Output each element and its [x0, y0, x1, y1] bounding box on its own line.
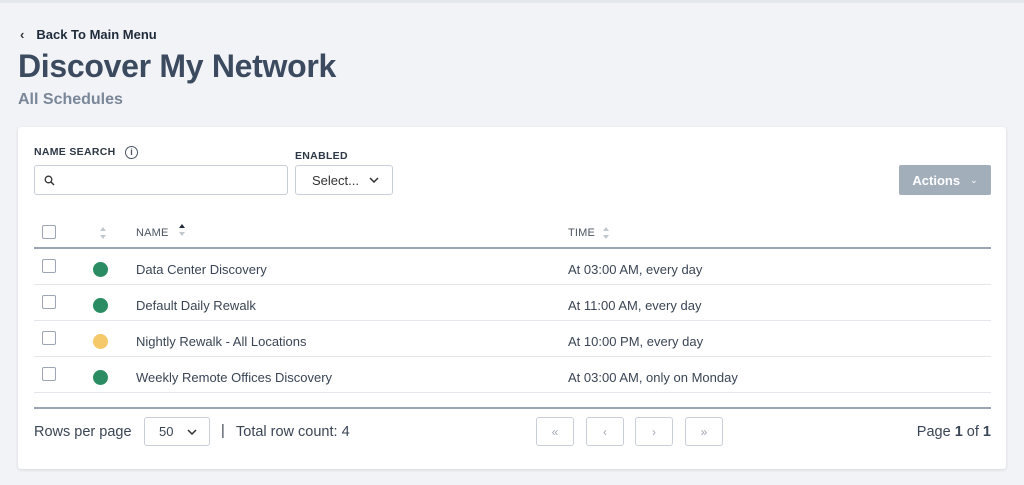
page-word: Page — [916, 424, 951, 440]
double-chevron-right-icon: » — [700, 424, 708, 439]
table-row[interactable]: Default Daily Rewalk At 11:00 AM, every … — [34, 285, 991, 321]
sort-icon[interactable] — [602, 226, 610, 240]
status-indicator — [93, 370, 108, 385]
total-pages: 1 — [982, 424, 991, 440]
schedules-table: NAME TIME Data Center Discovery At 03:00… — [34, 216, 991, 393]
rows-per-page-select[interactable]: 50 — [144, 417, 210, 446]
separator: | — [221, 423, 225, 439]
back-to-main-menu-link[interactable]: ‹ Back To Main Menu — [20, 27, 157, 42]
actions-button[interactable]: Actions ⌄ — [899, 165, 991, 195]
search-icon — [44, 175, 55, 186]
rows-per-page-value: 50 — [159, 424, 174, 439]
chevron-right-icon: › — [652, 424, 656, 439]
next-page-button[interactable]: › — [635, 417, 673, 446]
first-page-button[interactable]: « — [536, 417, 574, 446]
last-page-button[interactable]: » — [685, 417, 723, 446]
current-page: 1 — [954, 424, 963, 440]
chevron-left-icon: ‹ — [20, 27, 25, 42]
status-indicator — [93, 298, 108, 313]
row-checkbox[interactable] — [42, 259, 56, 273]
sort-icon[interactable] — [99, 226, 107, 240]
name-search-label: NAME SEARCH — [34, 146, 116, 158]
back-link-label: Back To Main Menu — [36, 27, 157, 42]
page-title: Discover My Network — [18, 48, 336, 84]
schedule-name[interactable]: Nightly Rewalk - All Locations — [136, 334, 307, 349]
pagination-bar: Rows per page 50 | Total row count: 4 « … — [34, 417, 991, 449]
name-search-field[interactable] — [34, 165, 288, 195]
schedule-time: At 10:00 PM, every day — [568, 334, 704, 349]
schedules-card: NAME SEARCH i ENABLED Select... Actions … — [18, 127, 1006, 469]
schedule-time: At 03:00 AM, only on Monday — [568, 370, 738, 385]
rows-per-page-label: Rows per page — [34, 424, 132, 440]
chevron-down-icon — [187, 428, 197, 435]
top-border — [0, 0, 1024, 3]
actions-button-label: Actions — [912, 172, 961, 188]
schedule-name[interactable]: Default Daily Rewalk — [136, 298, 256, 313]
previous-page-button[interactable]: ‹ — [586, 417, 624, 446]
sort-ascending-icon[interactable] — [178, 223, 186, 237]
schedule-time: At 11:00 AM, every day — [568, 298, 702, 313]
chevron-down-icon — [369, 177, 379, 183]
chevron-left-icon: ‹ — [603, 424, 607, 439]
table-header: NAME TIME — [34, 216, 991, 249]
page-subtitle: All Schedules — [18, 91, 123, 108]
total-row-count: Total row count: 4 — [236, 424, 350, 440]
row-checkbox[interactable] — [42, 367, 56, 381]
table-row[interactable]: Nightly Rewalk - All Locations At 10:00 … — [34, 321, 991, 357]
column-header-name[interactable]: NAME — [136, 227, 169, 239]
column-header-time[interactable]: TIME — [568, 227, 595, 239]
schedule-time: At 03:00 AM, every day — [568, 262, 703, 277]
enabled-label: ENABLED — [295, 150, 348, 162]
double-chevron-left-icon: « — [551, 424, 559, 439]
status-indicator — [93, 262, 108, 277]
name-search-input[interactable] — [61, 170, 281, 190]
footer-divider — [34, 407, 991, 409]
row-checkbox[interactable] — [42, 295, 56, 309]
select-all-checkbox[interactable] — [42, 225, 56, 239]
info-icon[interactable]: i — [125, 146, 138, 159]
table-row[interactable]: Weekly Remote Offices Discovery At 03:00… — [34, 357, 991, 393]
of-word: of — [966, 424, 979, 440]
enabled-select-value: Select... — [312, 172, 359, 188]
status-indicator — [93, 334, 108, 349]
page-indicator: Page 1 of 1 — [917, 424, 991, 440]
enabled-select[interactable]: Select... — [295, 165, 393, 195]
schedule-name[interactable]: Weekly Remote Offices Discovery — [136, 370, 332, 385]
row-checkbox[interactable] — [42, 331, 56, 345]
schedule-name[interactable]: Data Center Discovery — [136, 262, 267, 277]
table-row[interactable]: Data Center Discovery At 03:00 AM, every… — [34, 249, 991, 285]
chevron-down-icon: ⌄ — [970, 174, 978, 185]
